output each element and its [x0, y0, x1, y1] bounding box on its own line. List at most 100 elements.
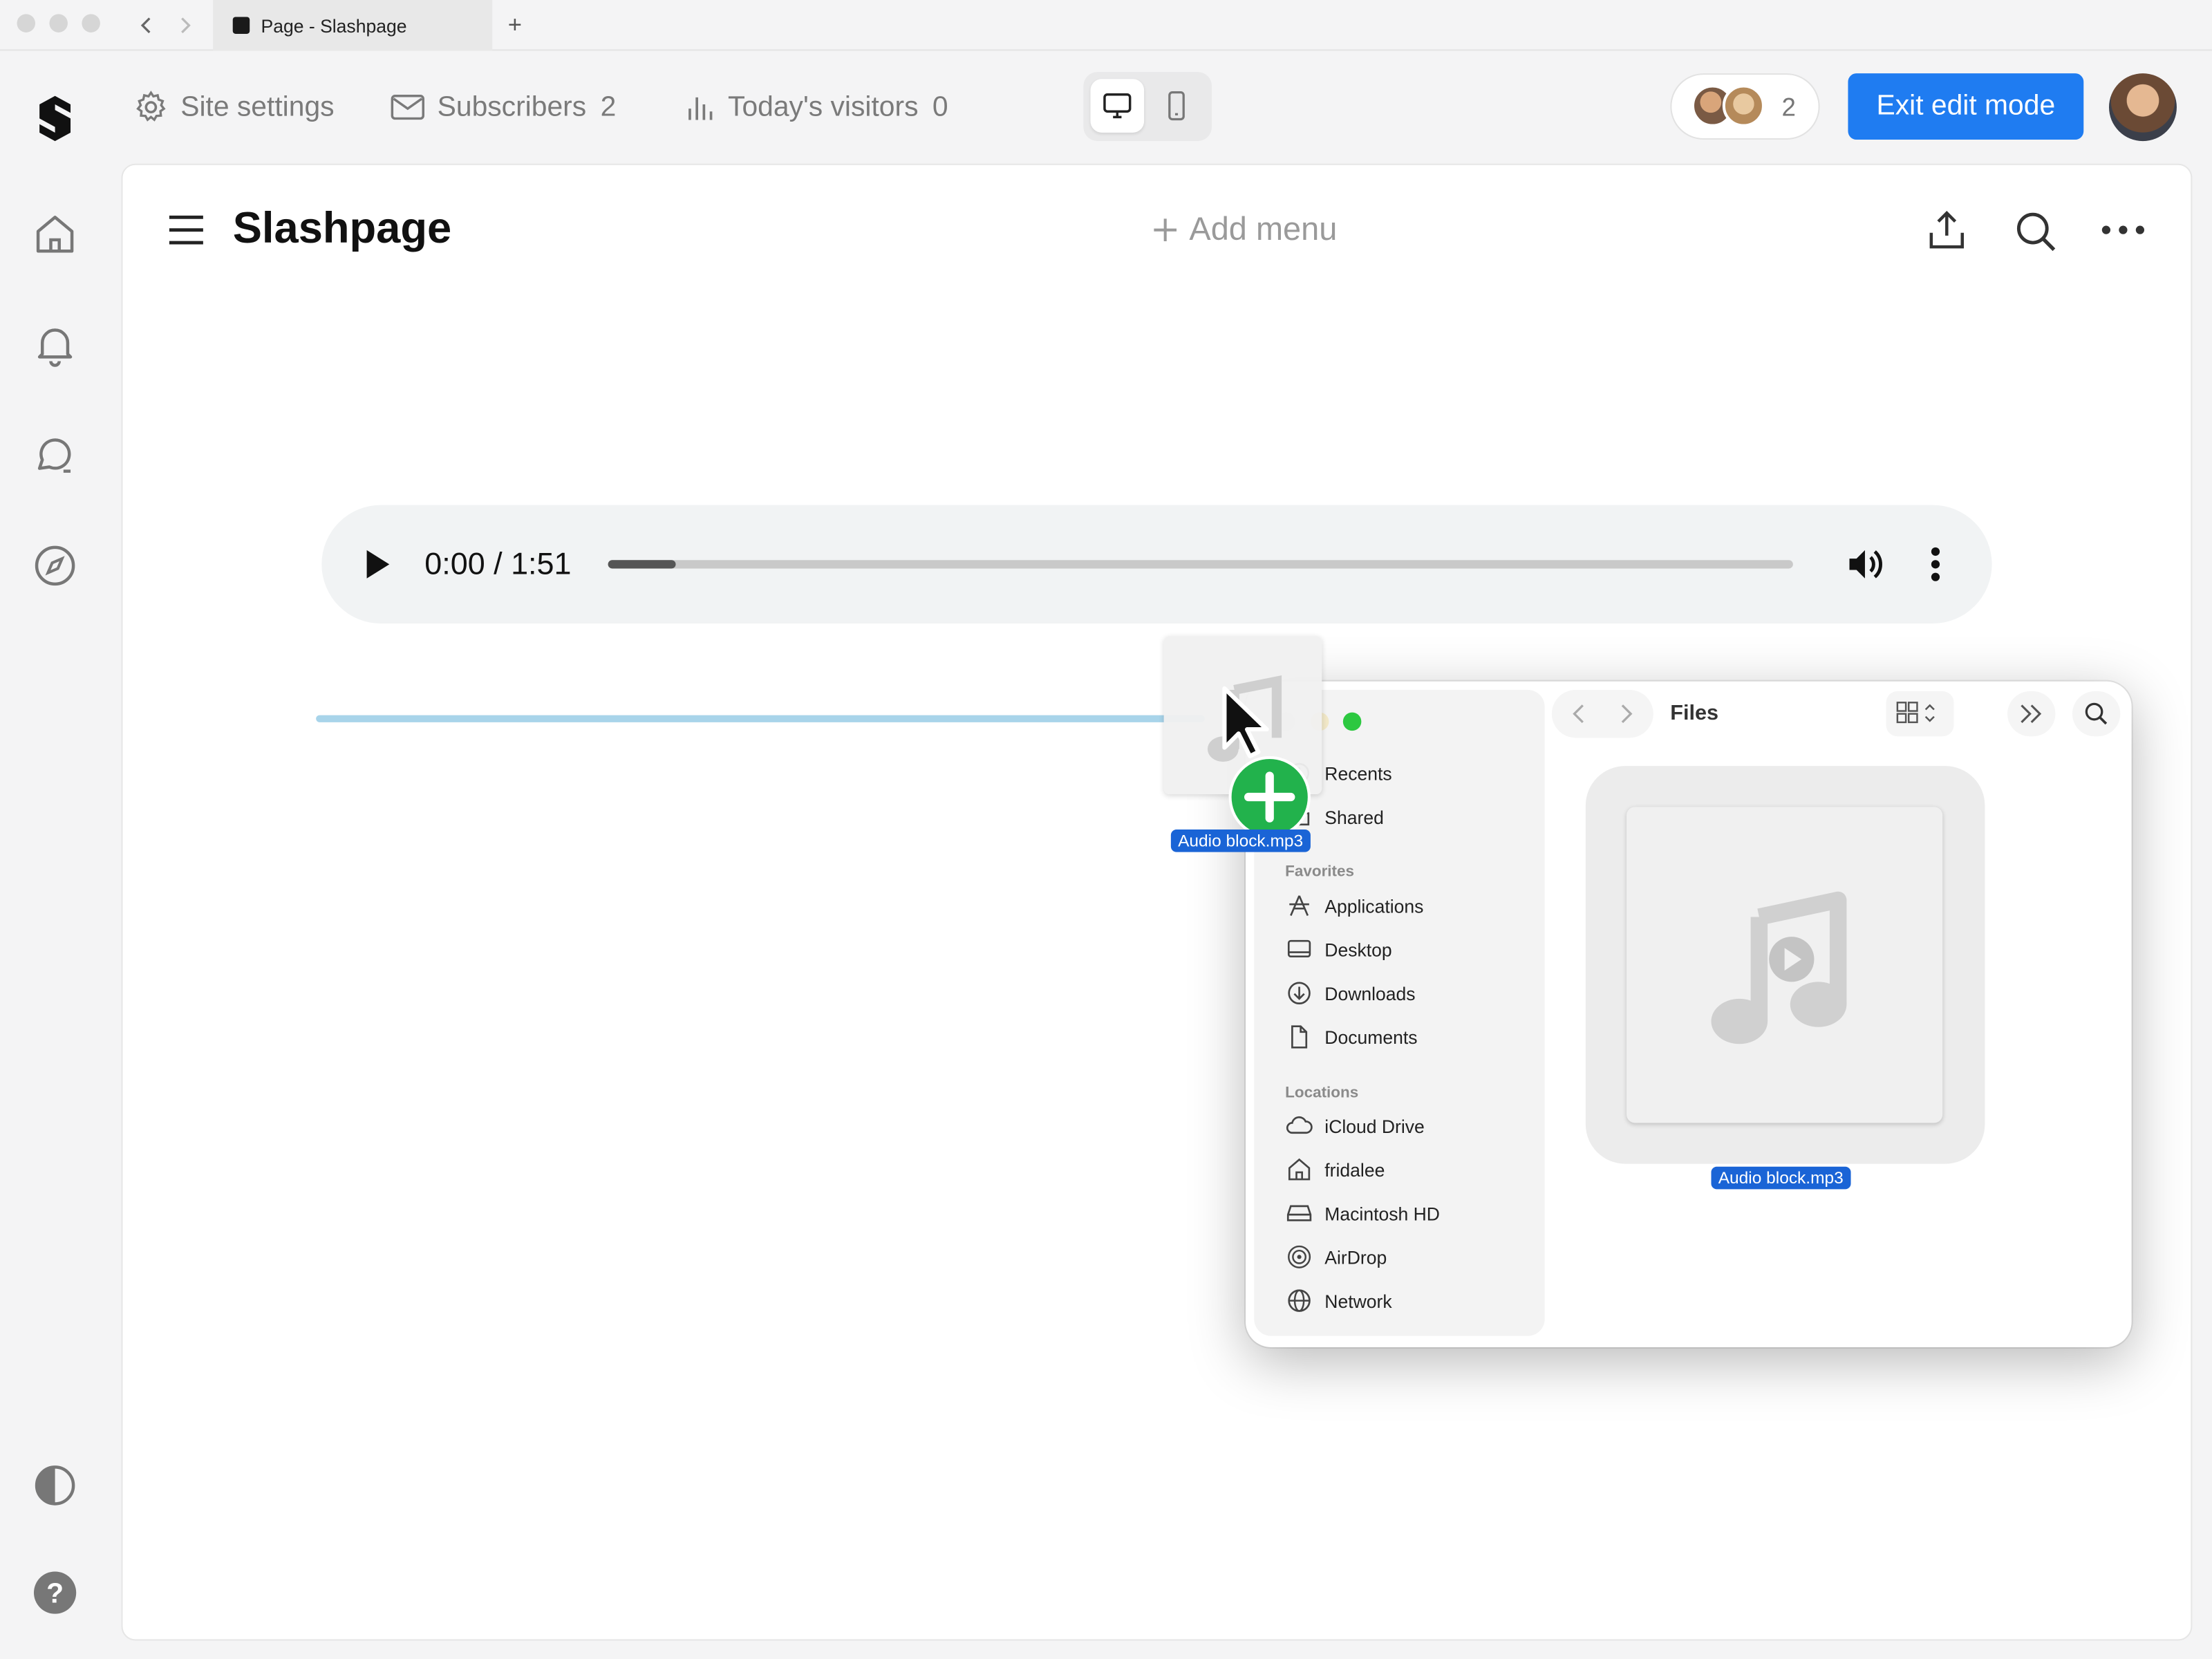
play-button[interactable] [361, 547, 392, 581]
audio-time: 0:00 / 1:51 [424, 545, 572, 581]
sidebar-item-label: Macintosh HD [1324, 1202, 1440, 1224]
search-icon[interactable] [2013, 209, 2058, 254]
user-avatar[interactable] [2108, 73, 2177, 142]
contrast-icon[interactable] [31, 1461, 79, 1509]
sidebar-item-network[interactable]: Network [1285, 1284, 1392, 1318]
sidebar-item-icloud-drive[interactable]: iCloud Drive [1285, 1109, 1425, 1143]
slashpage-favicon-icon [232, 17, 250, 34]
subscribers-button[interactable]: Subscribers 2 [389, 84, 616, 129]
exit-edit-mode-button[interactable]: Exit edit mode [1848, 73, 2084, 140]
sidebar-item-label: fridalee [1324, 1159, 1385, 1181]
airdrop-icon [1285, 1243, 1313, 1271]
forward-arrow-icon[interactable] [174, 14, 196, 37]
collaborators-count: 2 [1781, 93, 1796, 122]
finder-zoom-button[interactable] [1342, 712, 1362, 731]
sidebar-item-label: Recents [1324, 762, 1392, 784]
grid-view-icon [1896, 702, 1935, 724]
finder-nav-group [1551, 689, 1653, 738]
sidebar-item-macintosh-hd[interactable]: Macintosh HD [1285, 1197, 1440, 1230]
desktop-icon [1285, 935, 1313, 964]
add-menu-label: Add menu [1189, 210, 1338, 247]
file-item[interactable] [1585, 766, 1985, 1164]
tab-title: Page - Slashpage [261, 15, 407, 37]
hamburger-menu-icon[interactable] [167, 212, 206, 248]
subscribers-label: Subscribers [437, 91, 587, 122]
music-note-icon [1711, 891, 1847, 1044]
file-name-label[interactable]: Audio block.mp3 [1711, 1166, 1850, 1190]
drag-file-label: Audio block.mp3 [1170, 829, 1311, 852]
sidebar-item-label: Documents [1324, 1026, 1418, 1048]
cursor-arrow-icon [1219, 686, 1273, 762]
bar-chart-icon [688, 97, 713, 120]
more-options-icon[interactable] [2101, 223, 2146, 236]
slashpage-logo-icon[interactable] [37, 93, 73, 144]
plus-icon [1154, 218, 1177, 241]
share-icon[interactable] [1924, 207, 1969, 252]
finder-expand-icon[interactable] [2007, 691, 2056, 737]
sidebar-item-downloads[interactable]: Downloads [1285, 976, 1416, 1010]
mobile-view-button[interactable] [1150, 79, 1203, 133]
mobile-icon [1168, 91, 1185, 121]
chat-icon[interactable] [31, 431, 79, 479]
collaborators-button[interactable]: 2 [1670, 73, 1820, 140]
volume-icon[interactable] [1845, 545, 1884, 584]
browser-tab[interactable]: Page - Slashpage [213, 0, 493, 51]
window-close-button[interactable] [17, 14, 36, 32]
screen: Page - Slashpage + Site settings Subscri… [0, 0, 2212, 1659]
page-title: Slashpage [232, 203, 452, 253]
audio-more-icon[interactable] [1930, 546, 1941, 583]
globe-icon [1285, 1286, 1313, 1315]
visitors-label: Today's visitors [728, 91, 919, 122]
cloud-icon [1285, 1112, 1313, 1140]
play-icon [366, 550, 390, 579]
sidebar-item-documents[interactable]: Documents [1285, 1020, 1417, 1053]
bell-icon[interactable] [31, 320, 79, 368]
sidebar-item-airdrop[interactable]: AirDrop [1285, 1240, 1387, 1274]
subscribers-count: 2 [600, 91, 617, 122]
sidebar-item-desktop[interactable]: Desktop [1285, 932, 1392, 966]
sidebar-item-label: Applications [1324, 894, 1424, 917]
sidebar-item-label: AirDrop [1324, 1246, 1387, 1268]
sidebar-item-label: iCloud Drive [1324, 1115, 1425, 1136]
favorites-header: Favorites [1285, 863, 1355, 881]
svg-text:?: ? [46, 1577, 64, 1609]
desktop-view-button[interactable] [1090, 79, 1145, 133]
collaborator-avatar [1722, 84, 1765, 127]
audio-progress-fill [608, 560, 676, 569]
hard-drive-icon [1285, 1199, 1313, 1228]
sidebar-item-label: Shared [1324, 806, 1384, 827]
copy-plus-badge-icon [1227, 755, 1311, 839]
finder-window: Recents Shared Favorites Applications De… [1246, 681, 2132, 1347]
window-minimize-button[interactable] [49, 14, 68, 32]
download-icon [1285, 979, 1313, 1007]
view-options-button[interactable] [1886, 691, 1954, 737]
sidebar-item-label: Desktop [1324, 939, 1392, 960]
document-icon [1285, 1023, 1313, 1051]
site-settings-button[interactable]: Site settings [133, 84, 335, 129]
mail-icon [391, 95, 424, 120]
new-tab-button[interactable]: + [508, 11, 522, 39]
visitors-button[interactable]: Today's visitors 0 [686, 84, 948, 129]
compass-icon[interactable] [31, 542, 79, 590]
site-settings-label: Site settings [180, 91, 335, 122]
audio-file-thumbnail [1627, 807, 1943, 1123]
sidebar-item-applications[interactable]: Applications [1285, 889, 1423, 923]
audio-progress-track[interactable] [608, 560, 1793, 569]
sidebar-item-home[interactable]: fridalee [1285, 1152, 1385, 1186]
add-menu-button[interactable]: Add menu [1150, 210, 1337, 248]
house-icon [1285, 1155, 1313, 1183]
visitors-count: 0 [932, 91, 948, 122]
help-icon[interactable]: ? [31, 1568, 79, 1616]
home-icon[interactable] [31, 210, 79, 258]
sidebar-item-label: Network [1324, 1290, 1392, 1311]
locations-header: Locations [1285, 1085, 1359, 1102]
sidebar-item-label: Downloads [1324, 982, 1416, 1004]
device-preview-toggle [1083, 72, 1212, 142]
finder-forward-icon[interactable] [1614, 702, 1637, 725]
finder-search-icon[interactable] [2072, 691, 2121, 737]
back-arrow-icon[interactable] [135, 14, 158, 37]
finder-back-icon[interactable] [1568, 702, 1591, 725]
audio-player: 0:00 / 1:51 [321, 505, 1992, 624]
drop-indicator-line [316, 715, 1205, 722]
window-zoom-button[interactable] [82, 14, 100, 32]
